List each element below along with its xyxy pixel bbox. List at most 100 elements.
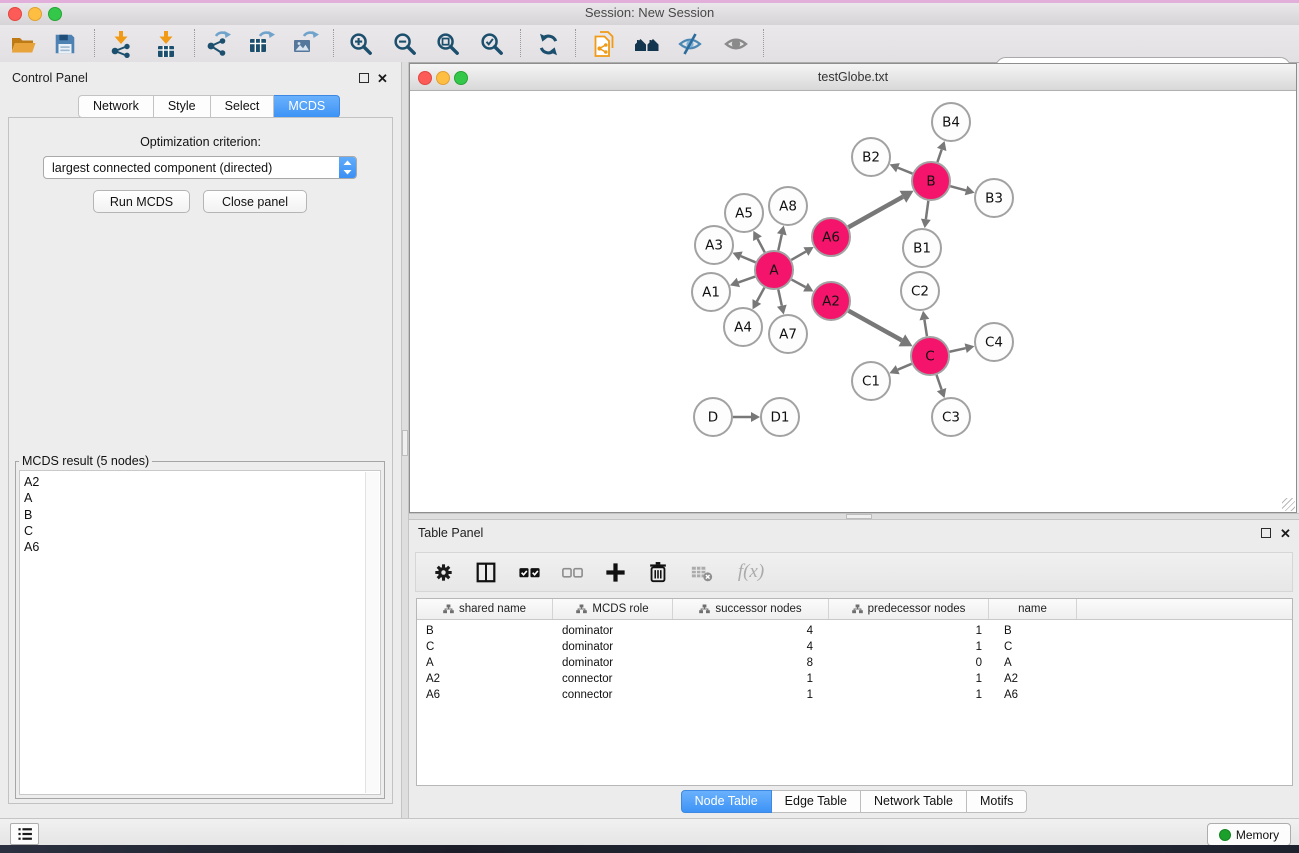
zoom-in-button[interactable] (346, 29, 376, 59)
graph-node-C3[interactable]: C3 (932, 398, 970, 436)
graph-node-B[interactable]: B (912, 162, 950, 200)
table-row[interactable]: A2connector11A2 (417, 671, 1292, 687)
select-all-button[interactable] (516, 559, 542, 585)
graph-node-B4[interactable]: B4 (932, 103, 970, 141)
function-builder-button[interactable]: f(x) (731, 559, 775, 585)
result-item[interactable]: C (20, 523, 380, 539)
result-item[interactable]: A6 (20, 539, 380, 555)
table-row[interactable]: A6connector11A6 (417, 687, 1292, 703)
scrollbar-track[interactable] (365, 472, 379, 793)
tab-mcds[interactable]: MCDS (274, 95, 340, 118)
graph-node-A4[interactable]: A4 (724, 308, 762, 346)
graph-edge-A-A7[interactable] (778, 290, 782, 306)
tab-network-table[interactable]: Network Table (861, 790, 967, 813)
graph-edge-B-B3[interactable] (950, 186, 966, 190)
close-panel-icon[interactable]: ✕ (377, 74, 388, 84)
add-column-button[interactable] (602, 559, 628, 585)
graph-node-C2[interactable]: C2 (901, 272, 939, 310)
result-item[interactable]: B (20, 507, 380, 523)
zoom-fit-button[interactable] (433, 29, 463, 59)
zoom-selected-button[interactable] (477, 29, 507, 59)
table-settings-button[interactable] (430, 559, 456, 585)
import-table-button[interactable] (151, 29, 181, 59)
memory-button[interactable]: Memory (1207, 823, 1291, 846)
graph-node-C[interactable]: C (911, 337, 949, 375)
horizontal-split-divider[interactable] (409, 513, 1299, 520)
tab-node-table[interactable]: Node Table (681, 790, 772, 813)
close-panel-button[interactable]: Close panel (203, 190, 307, 213)
deselect-all-button[interactable] (559, 559, 585, 585)
graph-edge-C-C1[interactable] (898, 364, 912, 370)
graph-edge-B-B4[interactable] (937, 149, 941, 162)
zoom-out-button[interactable] (390, 29, 420, 59)
run-mcds-button[interactable]: Run MCDS (93, 190, 190, 213)
graph-node-A2[interactable]: A2 (812, 282, 850, 320)
show-selected-button[interactable] (721, 29, 751, 59)
export-network-button[interactable] (203, 29, 233, 59)
criterion-dropdown[interactable]: largest connected component (directed) (43, 156, 357, 179)
graph-edge-B-B2[interactable] (898, 168, 913, 174)
column-header[interactable]: MCDS role (553, 599, 673, 619)
graph-node-B2[interactable]: B2 (852, 138, 890, 176)
tab-style[interactable]: Style (154, 95, 211, 118)
graph-node-A8[interactable]: A8 (769, 187, 807, 225)
column-header[interactable]: predecessor nodes (829, 599, 989, 619)
graph-node-A7[interactable]: A7 (769, 315, 807, 353)
table-row[interactable]: Bdominator41B (417, 623, 1292, 639)
graph-edge-A-A4[interactable] (757, 288, 765, 302)
show-panels-list-button[interactable] (10, 823, 39, 845)
column-header[interactable]: shared name (417, 599, 553, 619)
home-networks-button[interactable] (632, 29, 662, 59)
graph-edge-A-A1[interactable] (738, 277, 755, 283)
graph-edge-C-C3[interactable] (937, 375, 942, 390)
open-file-button[interactable] (8, 29, 38, 59)
graph-edge-C-C4[interactable] (950, 348, 966, 352)
tab-select[interactable]: Select (211, 95, 275, 118)
export-table-button[interactable] (246, 29, 276, 59)
graph-edge-C-C2[interactable] (924, 320, 927, 337)
graph-edge-A-A5[interactable] (758, 239, 765, 253)
refresh-view-button[interactable] (533, 29, 563, 59)
tab-motifs[interactable]: Motifs (967, 790, 1027, 813)
float-panel-icon[interactable] (1261, 528, 1271, 538)
graph-node-D1[interactable]: D1 (761, 398, 799, 436)
graph-node-B1[interactable]: B1 (903, 229, 941, 267)
tab-network[interactable]: Network (78, 95, 154, 118)
graph-edge-A6-B[interactable] (848, 197, 902, 227)
table-row[interactable]: Cdominator41C (417, 639, 1292, 655)
column-header[interactable]: name (989, 599, 1077, 619)
new-network-from-selection-button[interactable] (590, 29, 620, 59)
graph-node-D[interactable]: D (694, 398, 732, 436)
graph-edge-A-A6[interactable] (791, 252, 806, 260)
export-image-button[interactable] (290, 29, 320, 59)
graph-node-A6[interactable]: A6 (812, 218, 850, 256)
graph-edge-A2-C[interactable] (848, 311, 901, 341)
float-panel-icon[interactable] (359, 73, 369, 83)
delete-table-button[interactable] (688, 559, 714, 585)
graph-edge-B-B1[interactable] (926, 201, 928, 219)
graph-edge-A-A8[interactable] (778, 234, 782, 250)
graph-node-A3[interactable]: A3 (695, 226, 733, 264)
divider-grip[interactable] (402, 430, 408, 456)
table-row[interactable]: Adominator80A (417, 655, 1292, 671)
import-network-button[interactable] (106, 29, 136, 59)
network-canvas[interactable]: B4B2BB3A5A8A6A3B1AA1C2A2A4A7C4CC1C3DD1 (410, 90, 1296, 512)
graph-node-A5[interactable]: A5 (725, 194, 763, 232)
graph-node-B3[interactable]: B3 (975, 179, 1013, 217)
graph-node-A1[interactable]: A1 (692, 273, 730, 311)
result-item[interactable]: A (20, 490, 380, 506)
resize-grip-icon[interactable] (1282, 498, 1295, 511)
graph-edge-A-A3[interactable] (741, 256, 756, 262)
delete-column-button[interactable] (645, 559, 671, 585)
divider-grip[interactable] (846, 514, 872, 519)
graph-node-C1[interactable]: C1 (852, 362, 890, 400)
save-session-button[interactable] (50, 29, 80, 59)
column-header[interactable]: successor nodes (673, 599, 829, 619)
column-view-button[interactable] (473, 559, 499, 585)
close-panel-icon[interactable]: ✕ (1280, 529, 1291, 539)
graph-edge-A-A2[interactable] (792, 280, 806, 288)
hide-selected-button[interactable] (675, 29, 705, 59)
graph-node-A[interactable]: A (755, 251, 793, 289)
result-item[interactable]: A2 (20, 474, 380, 490)
tab-edge-table[interactable]: Edge Table (772, 790, 861, 813)
